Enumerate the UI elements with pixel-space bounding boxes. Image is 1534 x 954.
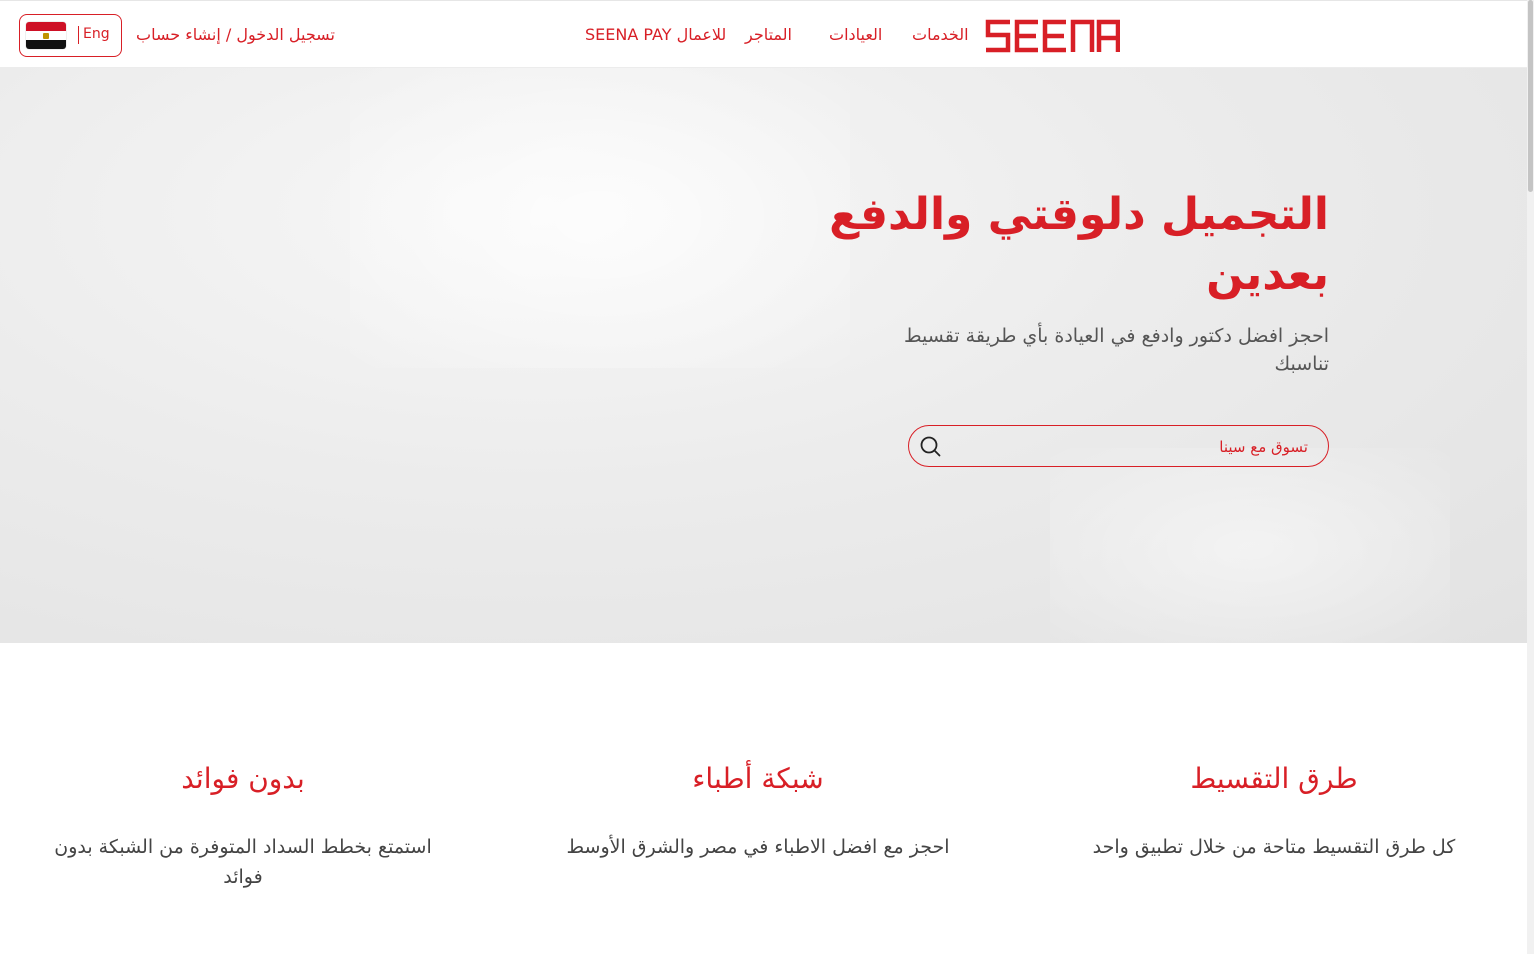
feature-text: استمتع بخطط السداد المتوفرة من الشبكة بد… (54, 836, 432, 888)
hero-title: التجميل دلوقتي والدفع بعدين (829, 189, 1329, 300)
feature-installments: طرق التقسيط كل طرق التقسيط متاحة من خلال… (1064, 757, 1484, 862)
login-register-link[interactable]: تسجيل الدخول / إنشاء حساب (136, 25, 335, 44)
feature-text: كل طرق التقسيط متاحة من خلال تطبيق واحد (1092, 836, 1456, 858)
search-bar[interactable] (908, 425, 1329, 467)
hero-section: التجميل دلوقتي والدفع بعدين احجز افضل دك… (0, 68, 1527, 643)
nav-services[interactable]: الخدمات (912, 25, 969, 44)
language-divider (78, 26, 79, 44)
nav-clinics[interactable]: العيادات (829, 25, 882, 44)
feature-title: بدون فوائد (181, 762, 305, 795)
search-icon[interactable] (919, 435, 941, 457)
feature-no-interest: بدون فوائد استمتع بخطط السداد المتوفرة م… (33, 757, 453, 892)
seena-logo[interactable] (984, 18, 1120, 54)
nav-stores[interactable]: المتاجر (745, 25, 792, 44)
egypt-flag-icon (26, 22, 66, 49)
hero-subtitle: احجز افضل دكتور وادفع في العيادة بأي طري… (903, 325, 1329, 375)
feature-doctors-network: شبكة أطباء احجز مع افضل الاطباء في مصر و… (548, 757, 968, 862)
search-input[interactable] (966, 426, 1310, 467)
language-switcher[interactable]: Eng (19, 14, 122, 57)
page-scrollbar[interactable] (1527, 0, 1534, 954)
nav-seena-pay[interactable]: SEENA PAY للاعمال (585, 25, 726, 44)
feature-title: طرق التقسيط (1190, 762, 1358, 795)
top-navbar: Eng تسجيل الدخول / إنشاء حساب SEENA PAY … (0, 0, 1527, 68)
language-label[interactable]: Eng (83, 26, 110, 42)
feature-text: احجز مع افضل الاطباء في مصر والشرق الأوس… (566, 836, 950, 858)
scrollbar-thumb[interactable] (1528, 0, 1533, 192)
feature-title: شبكة أطباء (692, 762, 824, 795)
